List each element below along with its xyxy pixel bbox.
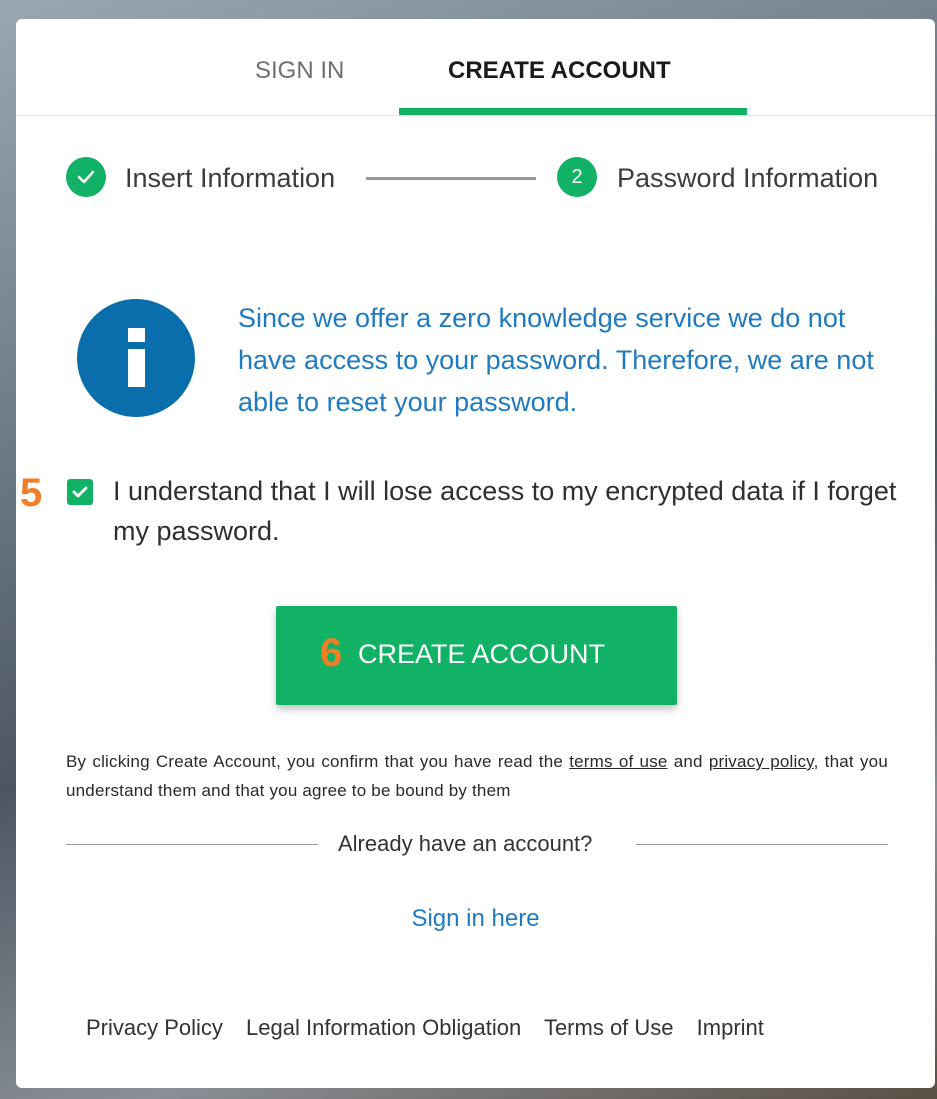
annotation-marker-6: 6 [320, 631, 343, 675]
footer-links: Privacy Policy Legal Information Obligat… [86, 1015, 781, 1041]
footer-privacy-policy-link[interactable]: Privacy Policy [86, 1015, 223, 1040]
terms-of-use-link[interactable]: terms of use [569, 752, 667, 771]
privacy-policy-link[interactable]: privacy policy [709, 752, 814, 771]
step-password-information-label: Password Information [617, 163, 879, 193]
already-have-account-text: Already have an account? [338, 831, 593, 856]
sign-in-here-link[interactable]: Sign in here [16, 905, 935, 933]
step-2-number-badge: 2 [557, 157, 597, 197]
footer-legal-information-link[interactable]: Legal Information Obligation [246, 1015, 521, 1040]
create-account-card: SIGN IN CREATE ACCOUNT Insert Informatio… [16, 19, 935, 1088]
consent-label: I understand that I will lose access to … [113, 476, 897, 546]
step-complete-check-icon [66, 157, 106, 197]
footer-imprint-link[interactable]: Imprint [697, 1015, 764, 1040]
create-account-button[interactable]: 6 CREATE ACCOUNT [276, 606, 677, 705]
create-account-button-label: CREATE ACCOUNT [358, 639, 606, 669]
tab-create-account[interactable]: CREATE ACCOUNT [448, 57, 671, 85]
info-icon [77, 299, 195, 417]
terms-notice: By clicking Create Account, you confirm … [66, 752, 888, 800]
auth-tabs: SIGN IN CREATE ACCOUNT [16, 19, 935, 116]
consent-checkbox[interactable] [67, 479, 93, 505]
step-insert-information-label: Insert Information [125, 163, 336, 193]
step-connector-line [366, 177, 536, 180]
already-have-account-divider: Already have an account? [66, 827, 888, 863]
annotation-marker-5: 5 [20, 471, 43, 515]
tab-sign-in[interactable]: SIGN IN [255, 57, 344, 85]
zero-knowledge-notice: Since we offer a zero knowledge service … [238, 303, 874, 417]
progress-stepper: Insert Information 2 Password Informatio… [16, 137, 935, 217]
footer-terms-of-use-link[interactable]: Terms of Use [544, 1015, 674, 1040]
checkmark-icon [72, 486, 88, 498]
active-tab-indicator [399, 108, 747, 115]
